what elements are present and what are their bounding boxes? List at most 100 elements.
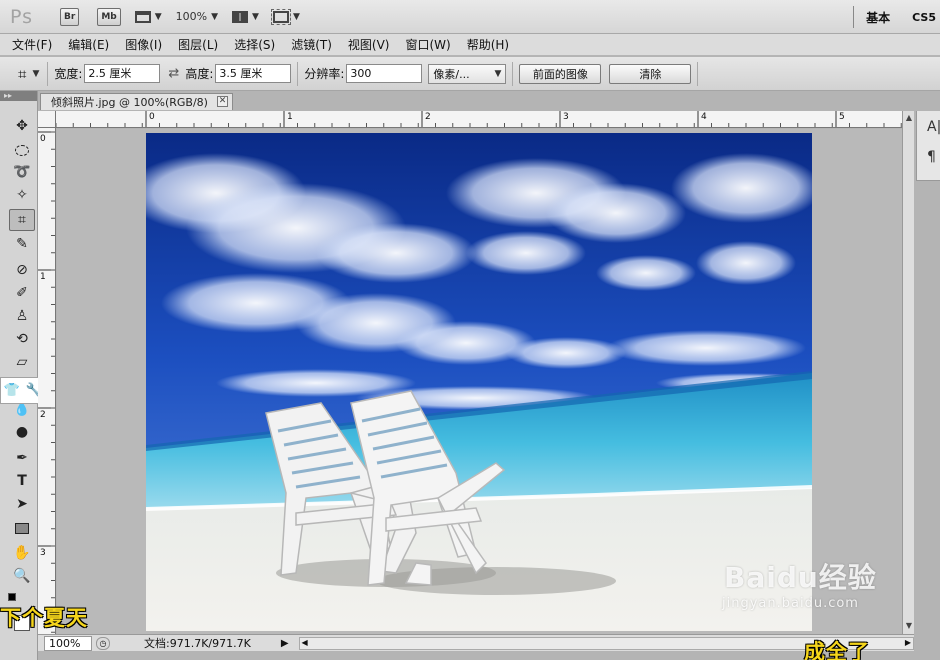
- view-extras-menu[interactable]: ▼: [134, 10, 162, 23]
- ruler-label: 3: [40, 548, 46, 558]
- ruler-ticks: [38, 131, 55, 633]
- tool-preset-picker[interactable]: ⌗ ▼: [8, 61, 49, 86]
- screen-mode-menu[interactable]: ▼: [270, 8, 300, 25]
- document-image[interactable]: [146, 133, 812, 631]
- chevron-down-icon: ▼: [154, 11, 162, 22]
- character-panel-strip[interactable]: A| ¶: [916, 111, 940, 181]
- front-image-button[interactable]: 前面的图像: [519, 63, 602, 84]
- watermark-url: jingyan.baidu.com: [722, 596, 859, 611]
- view-extras-icon: [134, 10, 151, 23]
- scroll-right-icon[interactable]: ▶: [905, 638, 911, 647]
- document-tab[interactable]: 倾斜照片.jpg @ 100%(RGB/8) ✕: [40, 93, 233, 110]
- dodge-icon[interactable]: ●: [9, 421, 35, 443]
- swap-dimensions-icon[interactable]: ⇄: [168, 66, 179, 81]
- clear-button[interactable]: 清除: [609, 63, 692, 84]
- scroll-left-icon[interactable]: ◀: [302, 638, 308, 647]
- ruler-label: 2: [425, 112, 431, 122]
- menu-filter[interactable]: 滤镜(T): [283, 36, 340, 53]
- ruler-label: 5: [839, 112, 845, 122]
- menu-select[interactable]: 选择(S): [226, 36, 283, 53]
- chevron-down-icon: ▼: [32, 68, 40, 79]
- ruler-origin[interactable]: [38, 111, 56, 128]
- menu-edit[interactable]: 编辑(E): [60, 36, 117, 53]
- marquee-icon[interactable]: [9, 139, 35, 161]
- tool-options-bar: ⌗ ▼ 宽度: 2.5 厘米 ⇄ 高度: 3.5 厘米 分辨率: 300 像素/…: [0, 57, 940, 91]
- ruler-label: 4: [701, 112, 707, 122]
- height-label: 高度:: [185, 67, 214, 81]
- workspace-switcher: 基本 CS5: [841, 0, 940, 34]
- workspace-essentials[interactable]: 基本: [866, 9, 890, 26]
- zoom-level-menu[interactable]: 100% ▼: [176, 10, 218, 23]
- pen-icon[interactable]: ✒: [9, 447, 35, 469]
- status-popup-icon[interactable]: ▶: [281, 638, 289, 649]
- status-bar: 100% ◷ 文档:971.7K/971.7K ▶ ◀ ▶: [38, 634, 914, 651]
- healing-brush-icon[interactable]: ⊘: [9, 259, 35, 281]
- character-panel-icon[interactable]: A|: [927, 119, 940, 135]
- eyedropper-icon[interactable]: ✎: [9, 233, 35, 255]
- height-input[interactable]: 3.5 厘米: [215, 64, 292, 83]
- caption-left: 下个夏天: [0, 606, 88, 630]
- mini-bridge-button[interactable]: Mb: [97, 7, 121, 26]
- screen-mode-icon: [270, 8, 291, 25]
- zoom-icon[interactable]: 🔍: [9, 565, 35, 587]
- watermark-logo: Baidu经验: [724, 561, 877, 594]
- menu-file[interactable]: 文件(F): [4, 36, 60, 53]
- scroll-down-icon[interactable]: ▼: [904, 621, 914, 631]
- resolution-unit-select[interactable]: 像素/... ▼: [428, 63, 507, 84]
- menu-bar: 文件(F) 编辑(E) 图像(I) 图层(L) 选择(S) 滤镜(T) 视图(V…: [0, 34, 940, 56]
- hand-icon[interactable]: ✋: [9, 542, 35, 564]
- vertical-scrollbar[interactable]: ▲ ▼: [902, 111, 914, 634]
- photoshop-logo: Ps: [10, 5, 34, 28]
- scroll-up-icon[interactable]: ▲: [904, 113, 914, 123]
- cs5-workspace-label[interactable]: CS5: [912, 11, 936, 24]
- menu-image[interactable]: 图像(I): [117, 36, 170, 53]
- resolution-unit-value: 像素/...: [433, 67, 470, 81]
- paragraph-panel-icon[interactable]: ¶: [927, 149, 936, 165]
- default-colors-icon[interactable]: [8, 593, 16, 601]
- panel-grip[interactable]: ▸▸: [0, 91, 37, 101]
- zoom-field[interactable]: 100%: [44, 635, 92, 651]
- horizontal-ruler[interactable]: 0 1 2 3 4 5: [56, 111, 914, 128]
- rectangle-icon[interactable]: [9, 517, 35, 539]
- ruler-label: 0: [40, 134, 46, 144]
- width-label: 宽度:: [54, 67, 83, 81]
- chevron-down-icon: ▼: [494, 68, 502, 79]
- menu-layer[interactable]: 图层(L): [170, 36, 226, 53]
- move-icon[interactable]: ✥: [9, 115, 35, 137]
- menu-view[interactable]: 视图(V): [340, 36, 398, 53]
- vertical-ruler[interactable]: 0 1 2 3: [38, 128, 56, 634]
- caption-right: 成全了: [804, 640, 870, 660]
- eraser-icon[interactable]: ▱: [9, 351, 35, 373]
- width-input[interactable]: 2.5 厘米: [84, 64, 161, 83]
- brush-icon[interactable]: ✐: [9, 282, 35, 304]
- menu-window[interactable]: 窗口(W): [397, 36, 458, 53]
- document-tab-title: 倾斜照片.jpg @ 100%(RGB/8): [51, 96, 208, 109]
- resolution-label: 分辨率:: [304, 67, 345, 81]
- zoom-level-text: 100%: [175, 10, 208, 23]
- path-select-icon[interactable]: ➤: [9, 493, 35, 515]
- close-icon[interactable]: ✕: [217, 96, 228, 107]
- clone-stamp-icon[interactable]: ♙: [9, 305, 35, 327]
- baidu-watermark: Baidu经验 jingyan.baidu.com: [722, 556, 877, 611]
- arrange-documents-icon: [232, 10, 249, 23]
- beach-photo: [146, 133, 812, 631]
- tools-panel: ▸▸ ✥ ➰ ✧ ⌗ ✎ ⊘ ✐ ♙ ⟲ ▱ 💧 ● ✒ T ➤ ✋ 🔍: [0, 91, 38, 660]
- arrange-documents-menu[interactable]: ▼: [232, 10, 259, 23]
- document-size-info: 文档:971.7K/971.7K: [144, 637, 251, 650]
- ruler-label: 1: [287, 112, 293, 122]
- type-icon[interactable]: T: [9, 470, 35, 492]
- lasso-icon[interactable]: ➰: [9, 161, 35, 183]
- bridge-button[interactable]: Br: [60, 7, 80, 26]
- ruler-label: 1: [40, 272, 46, 282]
- ruler-ticks: [56, 111, 902, 127]
- resolution-input[interactable]: 300: [346, 64, 423, 83]
- ruler-label: 2: [40, 410, 46, 420]
- history-brush-icon[interactable]: ⟲: [9, 328, 35, 350]
- quick-select-icon[interactable]: ✧: [9, 184, 35, 206]
- menu-help[interactable]: 帮助(H): [459, 36, 517, 53]
- crop-icon[interactable]: ⌗: [9, 209, 35, 231]
- shirt-icon[interactable]: 👕: [4, 383, 20, 398]
- photoshop-window: Ps Br Mb ▼ 100% ▼ ▼ ▼ 基本 CS5 文件(F) 编辑(E)…: [0, 0, 940, 660]
- status-menu-icon[interactable]: ◷: [96, 636, 110, 650]
- chevron-down-icon: ▼: [292, 11, 300, 22]
